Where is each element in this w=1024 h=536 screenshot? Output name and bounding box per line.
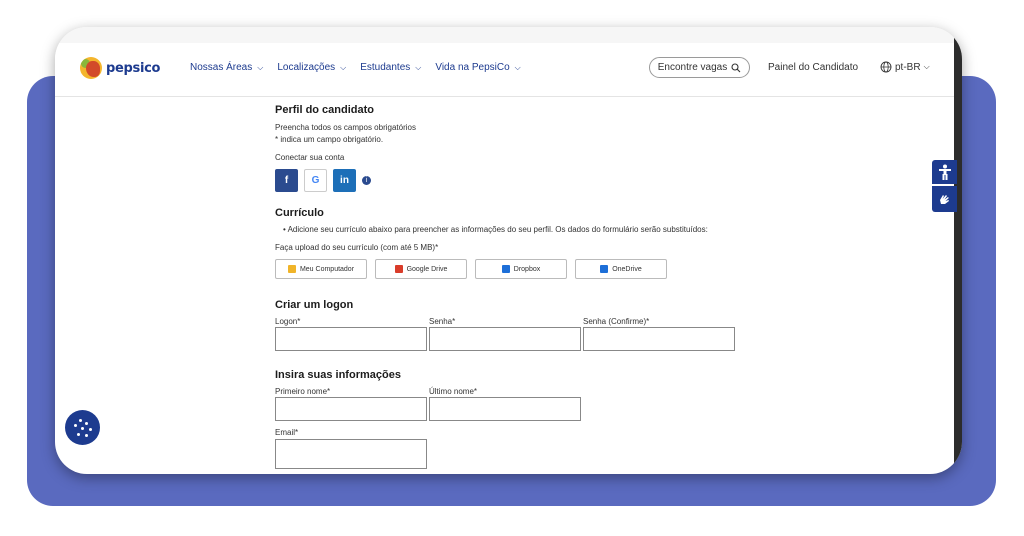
linkedin-connect-button[interactable]: in <box>333 169 356 192</box>
pepsico-logo-icon <box>80 57 102 79</box>
language-selector[interactable]: pt-BR ⌵ <box>880 61 930 73</box>
resume-instruction: • Adicione seu currículo abaixo para pre… <box>283 225 708 234</box>
sign-language-button[interactable] <box>932 186 957 212</box>
accessibility-icon <box>938 164 951 180</box>
upload-my-computer-button[interactable]: Meu Computador <box>275 259 367 279</box>
upload-source-buttons: Meu Computador Google Drive Dropbox OneD… <box>275 259 667 279</box>
chat-assistant-button[interactable] <box>65 410 100 445</box>
create-logon-title: Criar um logon <box>275 299 354 311</box>
google-connect-button[interactable]: G <box>304 169 327 192</box>
upload-google-drive-button[interactable]: Google Drive <box>375 259 467 279</box>
nav-item-vida-na-pepsico[interactable]: Vida na PepsiCo ⌵ <box>435 62 520 73</box>
window-top-bar <box>55 27 962 43</box>
sign-language-icon <box>939 195 949 204</box>
main-nav: Nossas Áreas ⌵ Localizações ⌵ Estudantes ⌵ … <box>190 62 521 73</box>
confirm-password-input[interactable] <box>583 327 735 351</box>
site-header: pepsico Nossas Áreas ⌵ Localizações ⌵ Estu… <box>55 43 954 97</box>
globe-icon <box>880 61 892 73</box>
upload-dropbox-button[interactable]: Dropbox <box>475 259 567 279</box>
facebook-icon: f <box>284 175 289 186</box>
your-info-title: Insira suas informações <box>275 369 401 381</box>
nav-item-nossas-areas[interactable]: Nossas Áreas ⌵ <box>190 62 263 73</box>
chevron-down-icon: ⌵ <box>340 63 347 72</box>
linkedin-icon: in <box>340 175 349 186</box>
job-search-button[interactable]: Encontre vagas <box>649 57 750 78</box>
profile-title: Perfil do candidato <box>275 104 375 116</box>
last-name-input[interactable] <box>429 397 581 421</box>
browser-window: pepsico Nossas Áreas ⌵ Localizações ⌵ Estu… <box>55 27 962 474</box>
last-name-label: Último nome* <box>429 387 478 396</box>
chevron-down-icon: ⌵ <box>514 63 521 72</box>
google-drive-icon <box>394 265 403 273</box>
scrollbar[interactable] <box>954 27 962 474</box>
logon-input[interactable] <box>275 327 427 351</box>
dropbox-icon <box>501 265 510 273</box>
resume-upload-label: Faça upload do seu currículo (com até 5 … <box>275 243 439 252</box>
chevron-down-icon: ⌵ <box>415 63 422 72</box>
chevron-down-icon: ⌵ <box>923 62 930 71</box>
logon-label: Logon* <box>275 317 301 326</box>
password-input[interactable] <box>429 327 581 351</box>
chevron-down-icon: ⌵ <box>257 63 264 72</box>
accessibility-button[interactable] <box>932 160 957 184</box>
folder-icon <box>287 265 296 273</box>
connect-account-label: Conectar sua conta <box>275 153 345 162</box>
resume-title: Currículo <box>275 207 324 219</box>
onedrive-icon <box>600 265 609 273</box>
nav-item-localizacoes[interactable]: Localizações ⌵ <box>277 62 346 73</box>
first-name-input[interactable] <box>275 397 427 421</box>
social-connect-row: f G in i <box>275 169 371 192</box>
required-fields-note: Preencha todos os campos obrigatórios <box>275 123 416 132</box>
search-icon <box>731 62 741 72</box>
nav-item-estudantes[interactable]: Estudantes ⌵ <box>360 62 421 73</box>
pepsico-logo[interactable]: pepsico <box>80 57 160 79</box>
email-label: Email* <box>275 428 299 437</box>
password-label: Senha* <box>429 317 456 326</box>
upload-onedrive-button[interactable]: OneDrive <box>575 259 667 279</box>
email-input[interactable] <box>275 439 427 469</box>
facebook-connect-button[interactable]: f <box>275 169 298 192</box>
confirm-password-label: Senha (Confirme)* <box>583 317 650 326</box>
google-icon: G <box>311 175 320 186</box>
candidate-panel-link[interactable]: Painel do Candidato <box>768 62 858 73</box>
asterisk-note: * indica um campo obrigatório. <box>275 135 384 144</box>
first-name-label: Primeiro nome* <box>275 387 331 396</box>
info-icon[interactable]: i <box>362 176 371 185</box>
logo-text: pepsico <box>106 60 161 76</box>
